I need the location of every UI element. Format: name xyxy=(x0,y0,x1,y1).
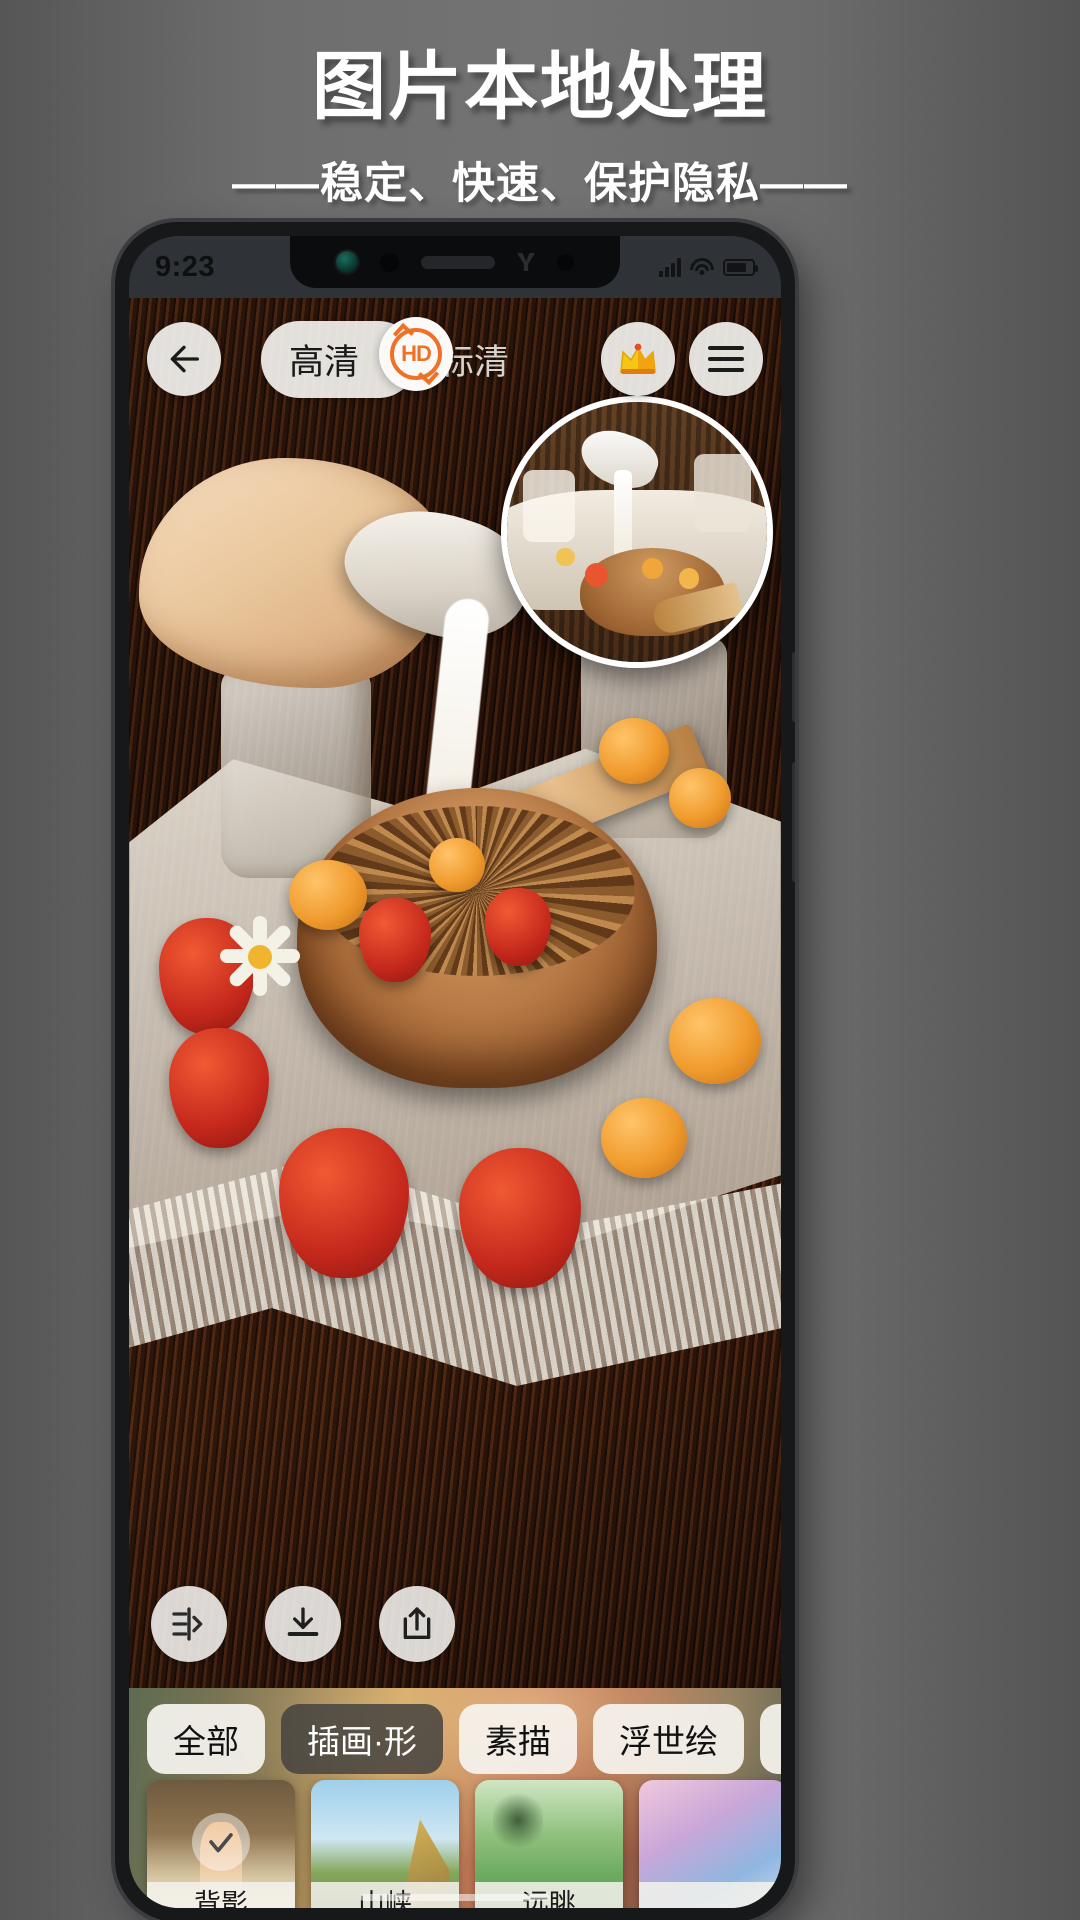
download-icon xyxy=(287,1607,319,1636)
chip-all[interactable]: 全部 xyxy=(147,1704,265,1774)
photo-bowl xyxy=(297,788,657,1088)
photo-canvas[interactable]: 高清 HD 标清 xyxy=(129,298,781,1688)
original-preview-bubble[interactable] xyxy=(501,396,773,668)
style-thumb-beiying[interactable]: 背影 xyxy=(147,1780,295,1908)
battery-icon xyxy=(723,258,758,276)
chip-printmaking[interactable]: 版画 xyxy=(760,1704,781,1774)
phone-screen: 9:23 高清 HD 标清 全部 插画·形 素描 浮世绘 背影 xyxy=(129,236,781,1908)
proximity-sensor-icon xyxy=(517,253,535,271)
share-button[interactable] xyxy=(379,1586,455,1662)
style-thumb-next[interactable] xyxy=(639,1780,781,1908)
status-time: 9:23 xyxy=(155,250,216,283)
selected-check-icon xyxy=(192,1812,250,1871)
style-thumbnail-list: 背影 山峡 远眺 xyxy=(129,1780,781,1908)
front-camera-icon xyxy=(336,251,358,273)
page-subtitle: ——稳定、快速、保护隐私—— xyxy=(232,160,848,209)
style-thumb-label xyxy=(639,1882,781,1908)
wifi-icon xyxy=(690,258,714,276)
photo-fruit xyxy=(669,998,761,1084)
photo-fruit xyxy=(669,768,731,828)
top-toolbar: 高清 HD 标清 xyxy=(129,316,781,402)
phone-mockup: 9:23 高清 HD 标清 全部 插画·形 素描 浮世绘 背影 xyxy=(115,222,795,1920)
quality-toggle[interactable]: 高清 HD xyxy=(261,316,453,398)
toolbar-right-actions xyxy=(601,322,763,396)
compare-split-icon xyxy=(172,1607,203,1641)
earpiece-speaker xyxy=(421,255,495,269)
quality-toggle-knob[interactable]: HD xyxy=(379,316,453,391)
share-icon xyxy=(403,1607,431,1639)
page-title: 图片本地处理 xyxy=(312,45,768,128)
style-category-chips: 全部 插画·形 素描 浮世绘 版画 水 xyxy=(129,1704,781,1774)
photo-fruit xyxy=(601,1098,687,1178)
ir-sensor-icon xyxy=(380,252,399,272)
chip-sketch[interactable]: 素描 xyxy=(459,1704,577,1774)
style-panel: 全部 插画·形 素描 浮世绘 版画 水 背影 xyxy=(129,1688,781,1908)
style-thumb-label: 背影 xyxy=(147,1882,295,1908)
style-thumb-shanxia[interactable]: 山峡 xyxy=(311,1780,459,1908)
vip-button[interactable] xyxy=(601,322,675,396)
preview-fruit xyxy=(585,563,609,587)
style-thumb-yuantiao[interactable]: 远眺 xyxy=(475,1780,623,1908)
download-button[interactable] xyxy=(265,1586,341,1662)
arrow-left-icon xyxy=(170,345,199,373)
chip-ukiyoe[interactable]: 浮世绘 xyxy=(593,1704,744,1774)
ambient-sensor-icon xyxy=(557,253,574,271)
preview-fruit xyxy=(556,547,575,566)
preview-jar-left xyxy=(522,469,575,543)
preview-fruit xyxy=(642,558,663,579)
preview-jar-right xyxy=(694,454,752,532)
crown-icon xyxy=(617,342,659,376)
photo-fruit xyxy=(429,838,485,892)
phone-notch xyxy=(290,236,620,288)
chip-illustration[interactable]: 插画·形 xyxy=(281,1704,443,1774)
canvas-action-row xyxy=(129,1586,781,1662)
status-icons xyxy=(659,257,758,277)
hd-badge-icon: HD xyxy=(390,327,442,380)
promo-header: 图片本地处理 ——稳定、快速、保护隐私—— xyxy=(0,0,1080,211)
compare-button[interactable] xyxy=(151,1586,227,1662)
photo-fruit xyxy=(599,718,669,784)
back-button[interactable] xyxy=(147,322,221,396)
home-indicator[interactable] xyxy=(360,1894,550,1901)
photo-daisy xyxy=(217,914,303,1000)
signal-icon xyxy=(659,257,681,277)
menu-button[interactable] xyxy=(689,322,763,396)
hamburger-menu-icon xyxy=(708,346,744,372)
